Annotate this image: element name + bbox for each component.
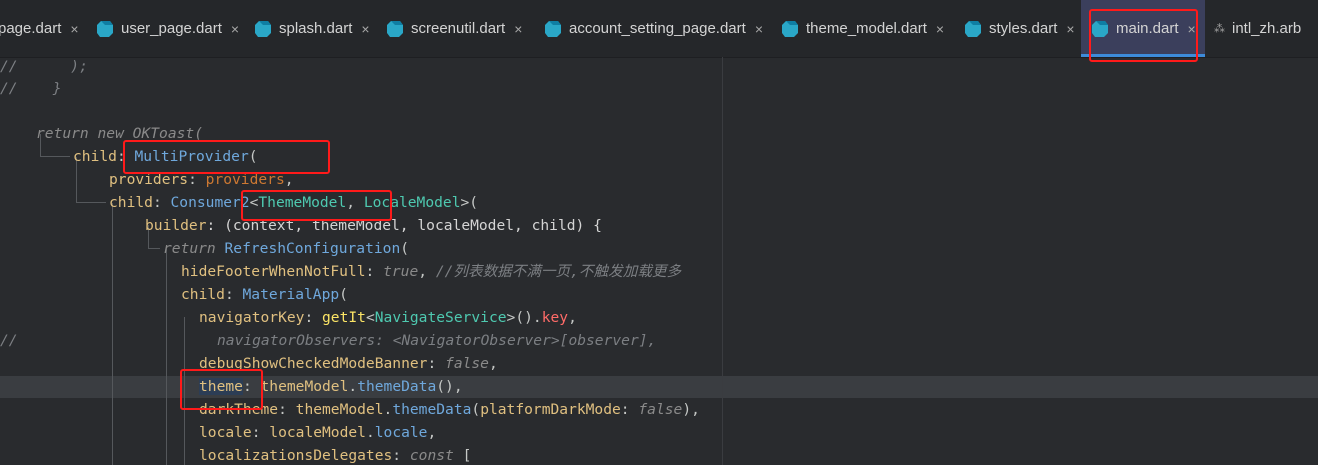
indent-guide <box>112 203 113 465</box>
dart-file-icon <box>387 20 403 37</box>
code-line: // ); <box>0 58 88 75</box>
right-margin-guide <box>722 57 723 465</box>
annotation-box-theme <box>180 369 263 410</box>
code-line: // } <box>0 80 62 97</box>
code-line: child: MaterialApp( <box>181 286 348 303</box>
tab-label: splash.dart <box>279 20 353 37</box>
annotation-box-main-tab <box>1089 9 1198 62</box>
tab-screenutil-dart[interactable]: screenutil.dart × <box>386 0 522 57</box>
code-line: // <box>0 332 18 349</box>
close-icon[interactable]: × <box>361 21 369 37</box>
tab-page-dart[interactable]: page.dart × <box>0 0 79 57</box>
arb-file-icon: ⁂ <box>1214 23 1225 35</box>
indent-guide <box>40 156 70 157</box>
close-icon[interactable]: × <box>70 21 78 37</box>
dart-file-icon <box>255 20 271 37</box>
tab-label: page.dart <box>0 20 62 37</box>
tab-label: intl_zh.arb <box>1232 20 1302 37</box>
tab-label: styles.dart <box>989 20 1058 37</box>
code-line: localizationsDelegates: const [ <box>199 447 472 464</box>
dart-file-icon <box>545 20 561 37</box>
dart-file-icon <box>965 20 981 37</box>
indent-guide <box>76 202 106 203</box>
code-line: locale: localeModel.locale, <box>199 424 437 441</box>
tab-intl-zh-arb[interactable]: ⁂ intl_zh.arb <box>1214 0 1301 57</box>
indent-guide <box>148 248 160 249</box>
tab-label: theme_model.dart <box>806 20 927 37</box>
dart-file-icon <box>782 20 798 37</box>
close-icon[interactable]: × <box>936 21 944 37</box>
code-line: navigatorKey: getIt<NavigateService>().k… <box>199 309 577 326</box>
close-icon[interactable]: × <box>755 21 763 37</box>
close-icon[interactable]: × <box>231 21 239 37</box>
code-line: return RefreshConfiguration( <box>163 240 410 257</box>
close-icon[interactable]: × <box>1066 21 1074 37</box>
annotation-box-multiprovider <box>123 140 330 174</box>
dart-file-icon <box>97 20 113 37</box>
tab-label: screenutil.dart <box>411 20 506 37</box>
close-icon[interactable]: × <box>514 21 522 37</box>
tab-user-page-dart[interactable]: user_page.dart × <box>96 0 239 57</box>
annotation-box-consumer-generics <box>241 190 392 221</box>
tab-label: user_page.dart <box>121 20 222 37</box>
tab-account-setting-page-dart[interactable]: account_setting_page.dart × <box>544 0 763 57</box>
tab-theme-model-dart[interactable]: theme_model.dart × <box>781 0 944 57</box>
code-line: hideFooterWhenNotFull: true, //列表数据不满一页,… <box>181 263 682 280</box>
tab-splash-dart[interactable]: splash.dart × <box>254 0 370 57</box>
tab-label: account_setting_page.dart <box>569 20 746 37</box>
tab-styles-dart[interactable]: styles.dart × <box>964 0 1075 57</box>
code-line: darkTheme: themeModel.themeData(platform… <box>199 401 700 418</box>
code-line: navigatorObservers: <NavigatorObserver>[… <box>217 332 657 349</box>
indent-guide <box>166 249 167 465</box>
